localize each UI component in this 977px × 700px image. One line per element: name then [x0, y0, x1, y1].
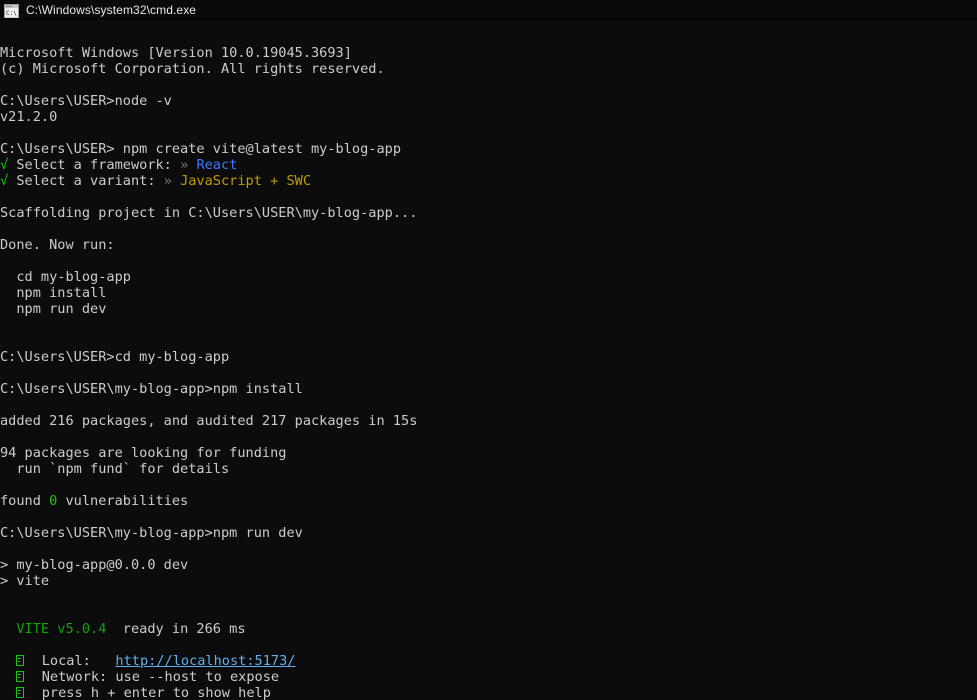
- console-text: npm install: [0, 285, 107, 301]
- window-title: C:\Windows\system32\cmd.exe: [26, 2, 197, 17]
- cmd-console-icon: C:\: [4, 3, 19, 18]
- console-text: npm run dev: [0, 301, 107, 317]
- console-text: (c) Microsoft Corporation. All rights re…: [0, 61, 385, 77]
- console-line: run `npm fund` for details: [0, 461, 229, 477]
- console-line: Done. Now run:: [0, 237, 115, 253]
- console-text: JavaScript + SWC: [180, 173, 312, 189]
- console-line: C:\Users\USER>node -v: [0, 93, 172, 109]
- console-line: added 216 packages, and audited 217 pack…: [0, 413, 417, 429]
- console-text: v21.2.0: [0, 109, 58, 125]
- console-line: Local: http://localhost:5173/: [0, 653, 295, 669]
- window-titlebar[interactable]: C:\ C:\Windows\system32\cmd.exe: [0, 0, 977, 20]
- console-text: ready in 266 ms: [106, 621, 246, 637]
- console-line: found 0 vulnerabilities: [0, 493, 188, 509]
- console-line: npm run dev: [0, 301, 106, 317]
- console-text: added 216 packages, and audited 217 pack…: [0, 413, 418, 429]
- console-text: √: [0, 157, 9, 173]
- console-text: C:\Users\USER\my-blog-app>npm run dev: [0, 525, 303, 541]
- console-line: √ Select a variant: » JavaScript + SWC: [0, 173, 311, 189]
- console-text: vulnerabilities: [57, 493, 189, 509]
- console-text: found: [0, 493, 50, 509]
- console-text: C:\Users\USER> npm create vite@latest my…: [0, 141, 402, 157]
- console-text: Local:: [25, 653, 116, 669]
- console-line: √ Select a framework: » React: [0, 157, 237, 173]
- console-text: Done. Now run:: [0, 237, 115, 253]
- console-line: C:\Users\USER\my-blog-app>npm install: [0, 381, 303, 397]
- console-line: 94 packages are looking for funding: [0, 445, 286, 461]
- console-text: cd my-blog-app: [0, 269, 131, 285]
- local-server-url[interactable]: http://localhost:5173/: [115, 653, 295, 669]
- console-line: > my-blog-app@0.0.0 dev: [0, 557, 188, 573]
- console-text: > my-blog-app@0.0.0 dev: [0, 557, 189, 573]
- console-line: Network: use --host to expose: [0, 669, 279, 685]
- console-text: run `npm fund` for details: [0, 461, 230, 477]
- svg-text:C:\: C:\: [6, 10, 17, 17]
- console-text: Select a framework:: [8, 157, 181, 173]
- console-line: cd my-blog-app: [0, 269, 131, 285]
- console-text: Microsoft Windows [Version 10.0.19045.36…: [0, 45, 352, 61]
- console-text: press h + enter to show help: [25, 685, 271, 700]
- console-line: (c) Microsoft Corporation. All rights re…: [0, 61, 385, 77]
- console-text: > vite: [0, 573, 50, 589]
- console-line: C:\Users\USER>cd my-blog-app: [0, 349, 229, 365]
- console-text: 94 packages are looking for funding: [0, 445, 287, 461]
- console-text: »: [163, 173, 172, 189]
- console-line: C:\Users\USER\my-blog-app>npm run dev: [0, 525, 303, 541]
- console-line: v21.2.0: [0, 109, 57, 125]
- console-line: VITE v5.0.4 ready in 266 ms: [0, 621, 246, 637]
- console-text: Select a variant:: [8, 173, 164, 189]
- console-text: C:\Users\USER\my-blog-app>npm install: [0, 381, 303, 397]
- console-line: C:\Users\USER> npm create vite@latest my…: [0, 141, 401, 157]
- console-output-area[interactable]: Microsoft Windows [Version 10.0.19045.36…: [0, 20, 977, 700]
- console-text: C:\Users\USER>cd my-blog-app: [0, 349, 230, 365]
- console-line: npm install: [0, 285, 106, 301]
- vite-arrow-bullet-icon: [16, 671, 25, 682]
- console-line: Microsoft Windows [Version 10.0.19045.36…: [0, 45, 352, 61]
- console-text: Scaffolding project in C:\Users\USER\my-…: [0, 205, 418, 221]
- console-text: √: [0, 173, 9, 189]
- console-line: > vite: [0, 573, 49, 589]
- vite-arrow-bullet-icon: [16, 687, 25, 698]
- console-text: VITE v5.0.4: [16, 621, 107, 637]
- console-text: React: [196, 157, 238, 173]
- console-text: Network: use --host to expose: [25, 669, 280, 685]
- console-text: C:\Users\USER>node -v: [0, 93, 172, 109]
- console-line: Scaffolding project in C:\Users\USER\my-…: [0, 205, 417, 221]
- console-line: press h + enter to show help: [0, 685, 271, 700]
- vite-arrow-bullet-icon: [16, 655, 25, 666]
